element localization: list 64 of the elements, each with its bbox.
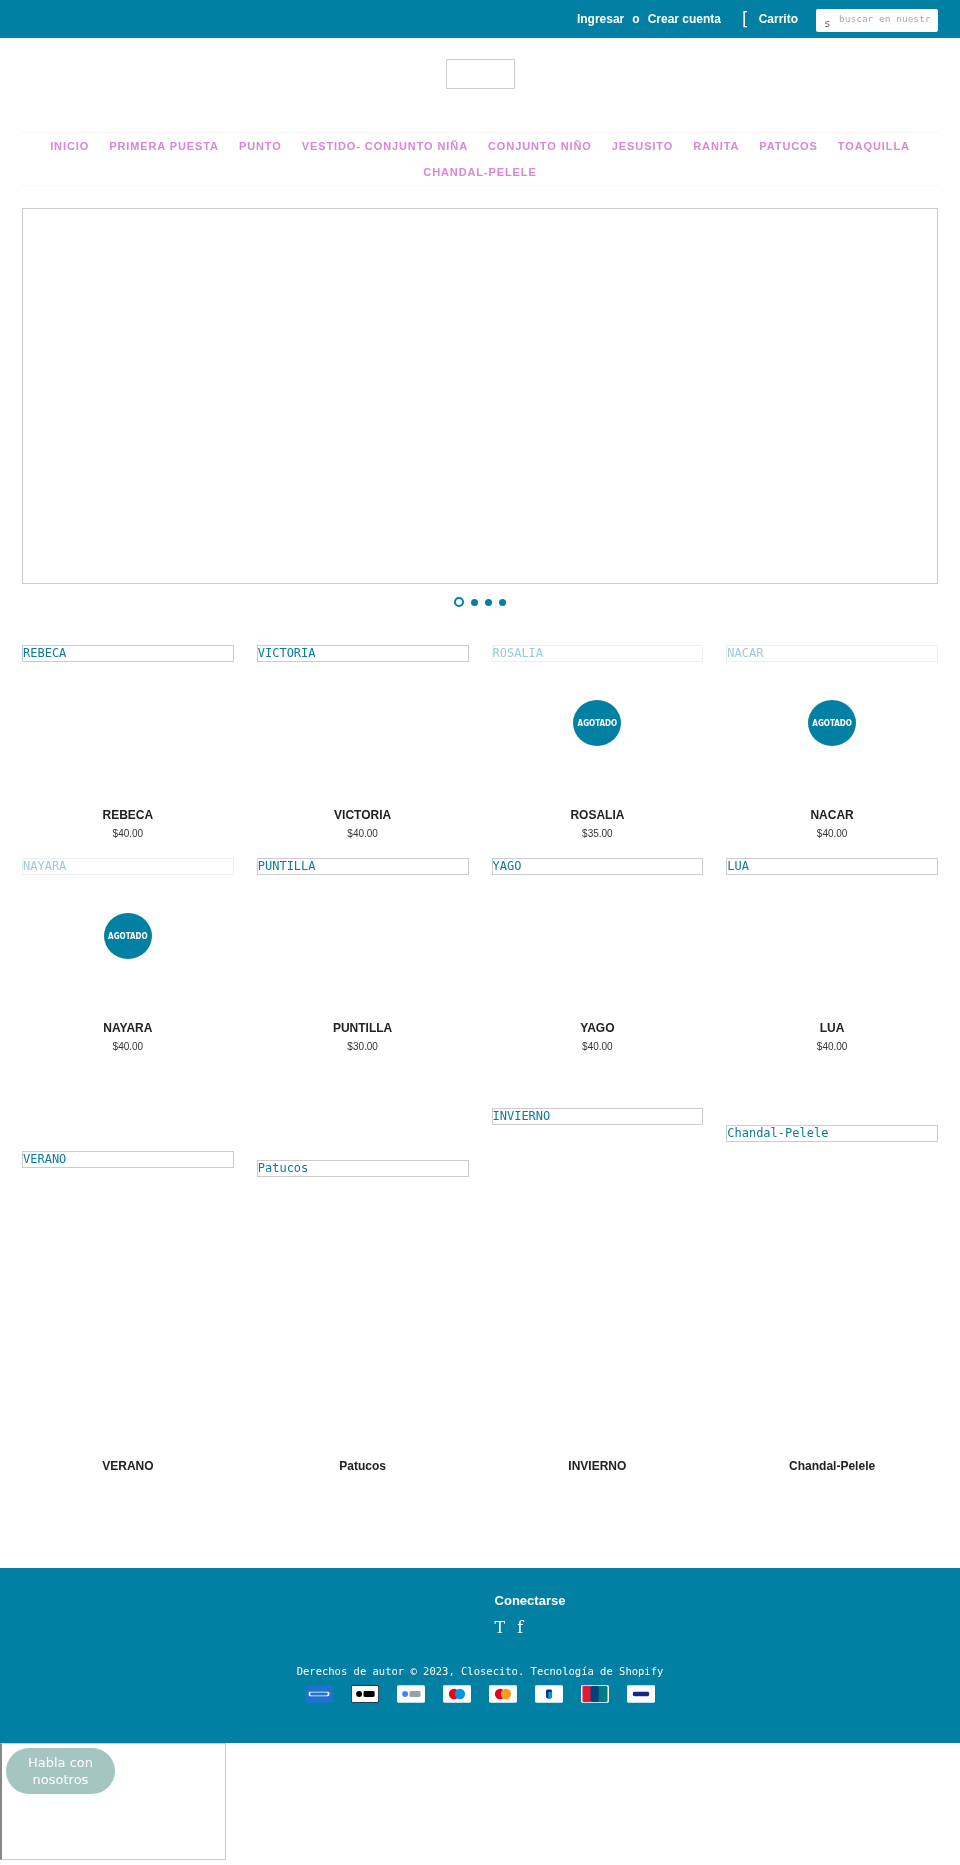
- collection-title[interactable]: INVIERNO: [491, 1459, 704, 1473]
- login-link[interactable]: Ingresar: [576, 12, 625, 26]
- copyright-text: Derechos de autor © 2023, Closecito. Tecnología de Shopify: [296, 1665, 664, 1677]
- product-title[interactable]: REBECA: [22, 808, 234, 822]
- social-link[interactable]: T: [494, 1618, 506, 1637]
- separator-text: o: [632, 12, 640, 26]
- nav-link[interactable]: TOAQUILLA: [835, 140, 912, 152]
- product-title[interactable]: NAYARA: [22, 1021, 234, 1035]
- social-link[interactable]: f: [517, 1618, 524, 1637]
- cart-link[interactable]: Carrito: [758, 12, 798, 26]
- nav-link[interactable]: CHANDAL-PELELE: [421, 166, 539, 178]
- product-price: $40.00: [111, 828, 145, 839]
- product-price: $40.00: [111, 1041, 145, 1052]
- payment-card-icon: [535, 1685, 563, 1703]
- payment-card-icon: [305, 1685, 333, 1703]
- image-alt-text[interactable]: LUA: [726, 858, 938, 875]
- product-title[interactable]: ROSALIA: [491, 808, 704, 822]
- nav-link[interactable]: INICIO: [48, 140, 92, 152]
- product-title[interactable]: VICTORIA: [256, 808, 469, 822]
- nav-link[interactable]: RANITA: [691, 140, 742, 152]
- slide-dot[interactable]: [471, 598, 478, 606]
- slide-dot[interactable]: [454, 597, 464, 607]
- product-title[interactable]: PUNTILLA: [256, 1021, 469, 1035]
- image-alt-text[interactable]: YAGO: [491, 858, 704, 875]
- nav-link[interactable]: JESUSITO: [609, 140, 676, 152]
- image-alt-text[interactable]: Patucos: [256, 1160, 469, 1177]
- image-alt-text[interactable]: Chandal-Pelele: [726, 1125, 938, 1142]
- product-title[interactable]: LUA: [726, 1021, 938, 1035]
- slide-dot[interactable]: [485, 598, 492, 606]
- collection-title[interactable]: VERANO: [22, 1459, 234, 1473]
- nav-link[interactable]: PUNTO: [236, 140, 284, 152]
- product-price: $40.00: [581, 1041, 614, 1052]
- slide-dot[interactable]: [499, 598, 506, 606]
- sold-out-badge: AGOTADO: [103, 913, 152, 959]
- payment-card-icon: [351, 1685, 379, 1703]
- nav-link[interactable]: VESTIDO- CONJUNTO NIÑA: [299, 140, 470, 152]
- search-icon[interactable]: s: [824, 17, 831, 30]
- image-alt-text[interactable]: VICTORIA: [256, 645, 469, 662]
- product-price: $40.00: [815, 1041, 849, 1052]
- cart-icon[interactable]: [: [742, 9, 749, 29]
- payment-card-icon: [443, 1685, 471, 1703]
- product-title[interactable]: YAGO: [491, 1021, 704, 1035]
- product-price: $40.00: [815, 828, 849, 839]
- collection-title[interactable]: Chandal-Pelele: [726, 1459, 938, 1473]
- image-alt-text[interactable]: VERANO: [22, 1151, 234, 1168]
- footer-heading: Conectarse: [494, 1593, 566, 1608]
- product-price: $40.00: [346, 828, 379, 839]
- payment-card-icon: [489, 1685, 517, 1703]
- nav-link[interactable]: PATUCOS: [757, 140, 820, 152]
- sold-out-badge: AGOTADO: [573, 700, 622, 746]
- image-alt-text[interactable]: INVIERNO: [491, 1108, 704, 1125]
- product-title[interactable]: NACAR: [726, 808, 938, 822]
- image-alt-text[interactable]: REBECA: [22, 645, 234, 662]
- image-alt-text[interactable]: PUNTILLA: [256, 858, 469, 875]
- product-price: $35.00: [581, 828, 614, 839]
- payment-card-icon: [397, 1685, 425, 1703]
- sold-out-badge: AGOTADO: [808, 700, 857, 746]
- collection-title[interactable]: Patucos: [256, 1459, 469, 1473]
- payment-card-icon: [627, 1685, 655, 1703]
- nav-link[interactable]: PRIMERA PUESTA: [107, 140, 221, 152]
- product-price: $30.00: [346, 1041, 379, 1052]
- nav-link[interactable]: CONJUNTO NIÑO: [486, 140, 594, 152]
- register-link[interactable]: Crear cuenta: [647, 12, 721, 26]
- payment-card-icon: [581, 1685, 609, 1703]
